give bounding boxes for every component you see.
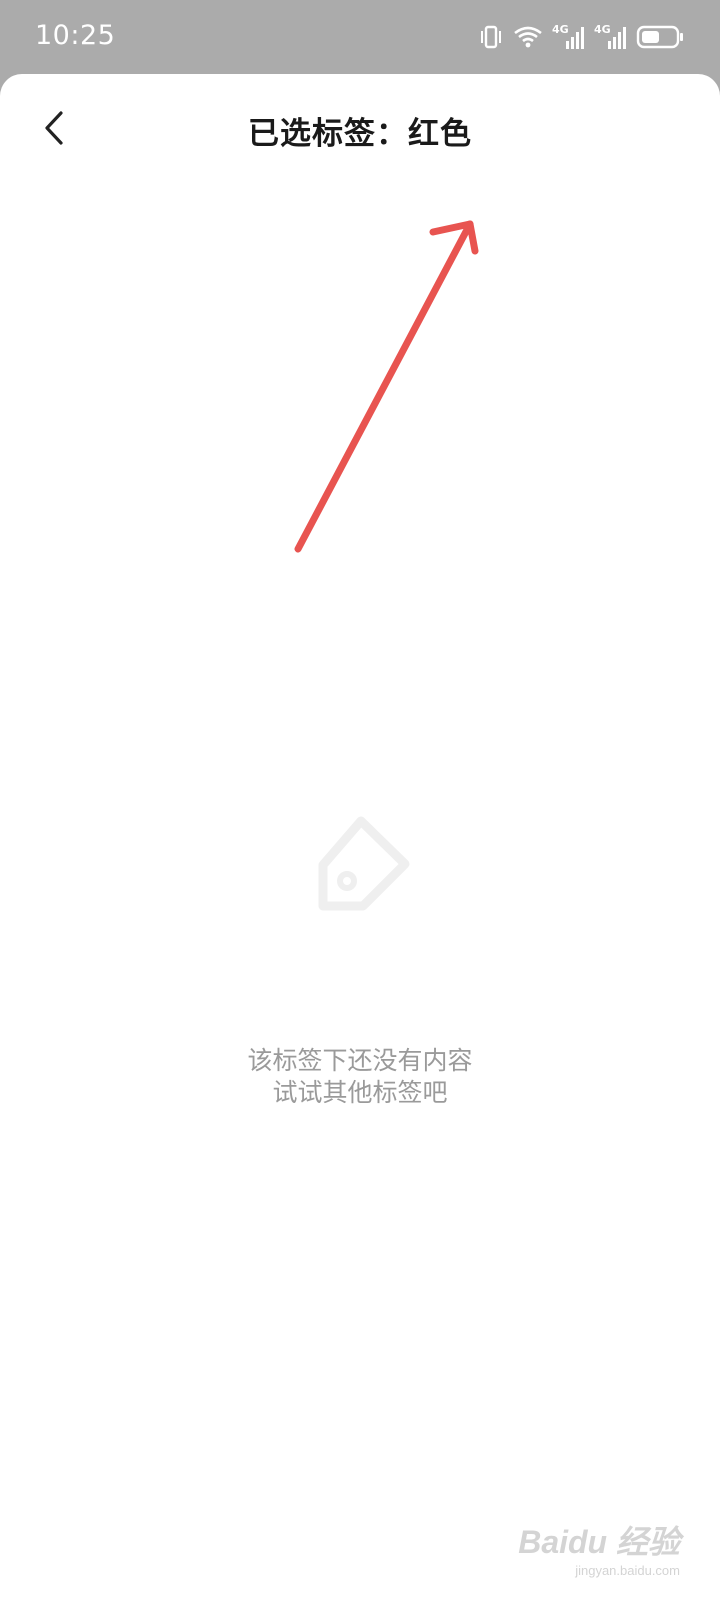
watermark: Baidu 经验 jingyan.baidu.com bbox=[518, 1517, 680, 1578]
empty-message-line-2: 试试其他标签吧 bbox=[272, 1078, 448, 1107]
empty-message-line-1: 该标签下还没有内容 bbox=[247, 1046, 473, 1075]
status-bar: 10:25 4G 4G bbox=[0, 0, 720, 74]
tag-result-sheet: 已选标签：红色 该标签下还没有内容 试试其他标签吧 Baidu 经验 jingy… bbox=[0, 74, 720, 1600]
watermark-brand: Baidu 经验 bbox=[518, 1524, 680, 1560]
status-time: 10:25 bbox=[35, 20, 116, 51]
wifi-icon bbox=[514, 26, 542, 48]
vibrate-icon bbox=[481, 25, 501, 49]
signal-4g-icon: 4G bbox=[594, 23, 628, 51]
signal-4g-icon: 4G bbox=[552, 23, 586, 51]
status-icons: 4G 4G bbox=[478, 22, 684, 52]
annotation-arrow bbox=[294, 220, 479, 553]
empty-message: 该标签下还没有内容 试试其他标签吧 bbox=[0, 1045, 720, 1109]
watermark-url: jingyan.baidu.com bbox=[575, 1563, 680, 1578]
tag-icon bbox=[318, 816, 410, 911]
battery-icon bbox=[636, 25, 683, 49]
empty-state: 该标签下还没有内容 试试其他标签吧 bbox=[0, 809, 720, 1109]
